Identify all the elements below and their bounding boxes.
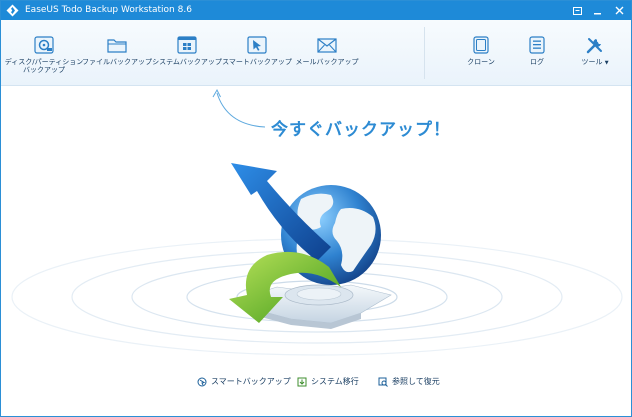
tools-icon	[584, 35, 606, 55]
cursor-icon	[246, 35, 268, 55]
clone-button[interactable]: クローン	[461, 20, 501, 86]
disk-backup-icon	[33, 35, 55, 55]
disk-partition-backup-label-line2: バックアップ	[23, 66, 65, 74]
clone-label: クローン	[467, 58, 495, 66]
disk-partition-backup-label-line1: ディスク/パーティション	[4, 58, 84, 66]
log-icon	[526, 35, 548, 55]
menu-icon	[572, 6, 582, 15]
main-toolbar: ディスク/パーティション バックアップ ファイルバックアップ システムバックアッ…	[1, 20, 631, 86]
main-panel: 今すぐバックアップ！ スマートバックアップ システム移行 参照して復元	[1, 87, 631, 416]
quick-links-bar: スマートバックアップ システム移行 参照して復元	[1, 371, 631, 395]
browse-restore-link[interactable]: 参照して復元	[378, 376, 440, 387]
minimize-button[interactable]	[589, 3, 605, 18]
smart-backup-button[interactable]: スマートバックアップ	[222, 20, 292, 86]
system-transfer-link[interactable]: システム移行	[297, 376, 359, 387]
tools-label: ツール	[581, 58, 603, 66]
log-label: ログ	[530, 58, 544, 66]
menu-button[interactable]	[569, 3, 585, 18]
mail-backup-button[interactable]: メールバックアップ	[295, 20, 359, 86]
log-button[interactable]: ログ	[519, 20, 555, 86]
smart-backup-label: スマートバックアップ	[222, 58, 292, 66]
tools-label-wrap: ツール ▼	[581, 58, 608, 67]
clone-icon	[470, 35, 492, 55]
system-transfer-icon	[297, 377, 307, 386]
mail-backup-label: メールバックアップ	[295, 58, 359, 66]
file-backup-button[interactable]: ファイルバックアップ	[82, 20, 152, 86]
app-window: EaseUS Todo Backup Workstation 8.6 ディスク/…	[0, 0, 632, 417]
file-backup-label: ファイルバックアップ	[82, 58, 152, 66]
system-backup-label: システムバックアップ	[152, 58, 222, 66]
smart-backup-icon	[197, 377, 207, 386]
mail-icon	[316, 35, 338, 55]
window-title: EaseUS Todo Backup Workstation 8.6	[25, 5, 192, 15]
easeus-logo-icon	[6, 4, 19, 17]
curved-arrow-icon	[212, 88, 266, 128]
folder-icon	[106, 35, 128, 55]
toolbar-separator	[424, 27, 425, 79]
close-icon	[615, 6, 623, 15]
disk-partition-backup-label: ディスク/パーティション バックアップ	[5, 58, 83, 74]
smart-backup-link-label: スマートバックアップ	[211, 377, 291, 386]
browse-restore-link-label: 参照して復元	[392, 377, 440, 386]
title-bar[interactable]: EaseUS Todo Backup Workstation 8.6	[1, 1, 631, 20]
minimize-icon	[593, 12, 601, 14]
smart-backup-link[interactable]: スマートバックアップ	[197, 376, 291, 387]
windows-icon	[176, 35, 198, 55]
browse-restore-icon	[378, 377, 388, 387]
tools-button[interactable]: ツール ▼	[575, 20, 615, 86]
system-backup-button[interactable]: システムバックアップ	[152, 20, 222, 86]
disk-partition-backup-button[interactable]: ディスク/パーティション バックアップ	[5, 20, 83, 86]
system-transfer-link-label: システム移行	[311, 377, 359, 386]
backup-now-hint: 今すぐバックアップ！	[271, 120, 451, 140]
dropdown-caret-icon: ▼	[604, 60, 609, 66]
backup-globe-illustration-icon	[11, 163, 623, 356]
close-button[interactable]	[611, 3, 627, 18]
